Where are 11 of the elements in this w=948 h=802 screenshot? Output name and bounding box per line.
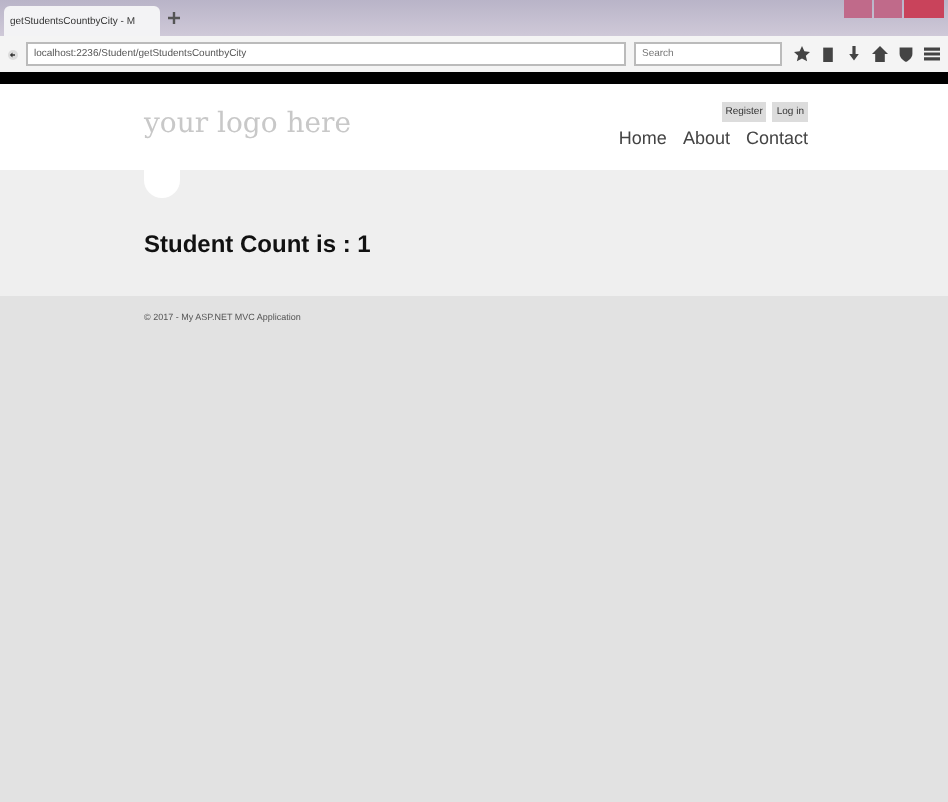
star-icon[interactable] — [794, 46, 810, 62]
clipboard-icon[interactable] — [820, 46, 836, 62]
home-icon[interactable] — [872, 46, 888, 62]
nav-link[interactable]: Contact — [745, 128, 808, 148]
shield-icon[interactable] — [898, 46, 914, 62]
page-heading: Student Count is : 1 — [144, 230, 373, 258]
nav-link[interactable]: Home — [618, 128, 667, 148]
nav-link[interactable]: About — [682, 128, 730, 148]
download-icon[interactable] — [846, 46, 862, 62]
menu-icon[interactable] — [924, 46, 940, 62]
new-tab-icon[interactable] — [168, 12, 180, 24]
